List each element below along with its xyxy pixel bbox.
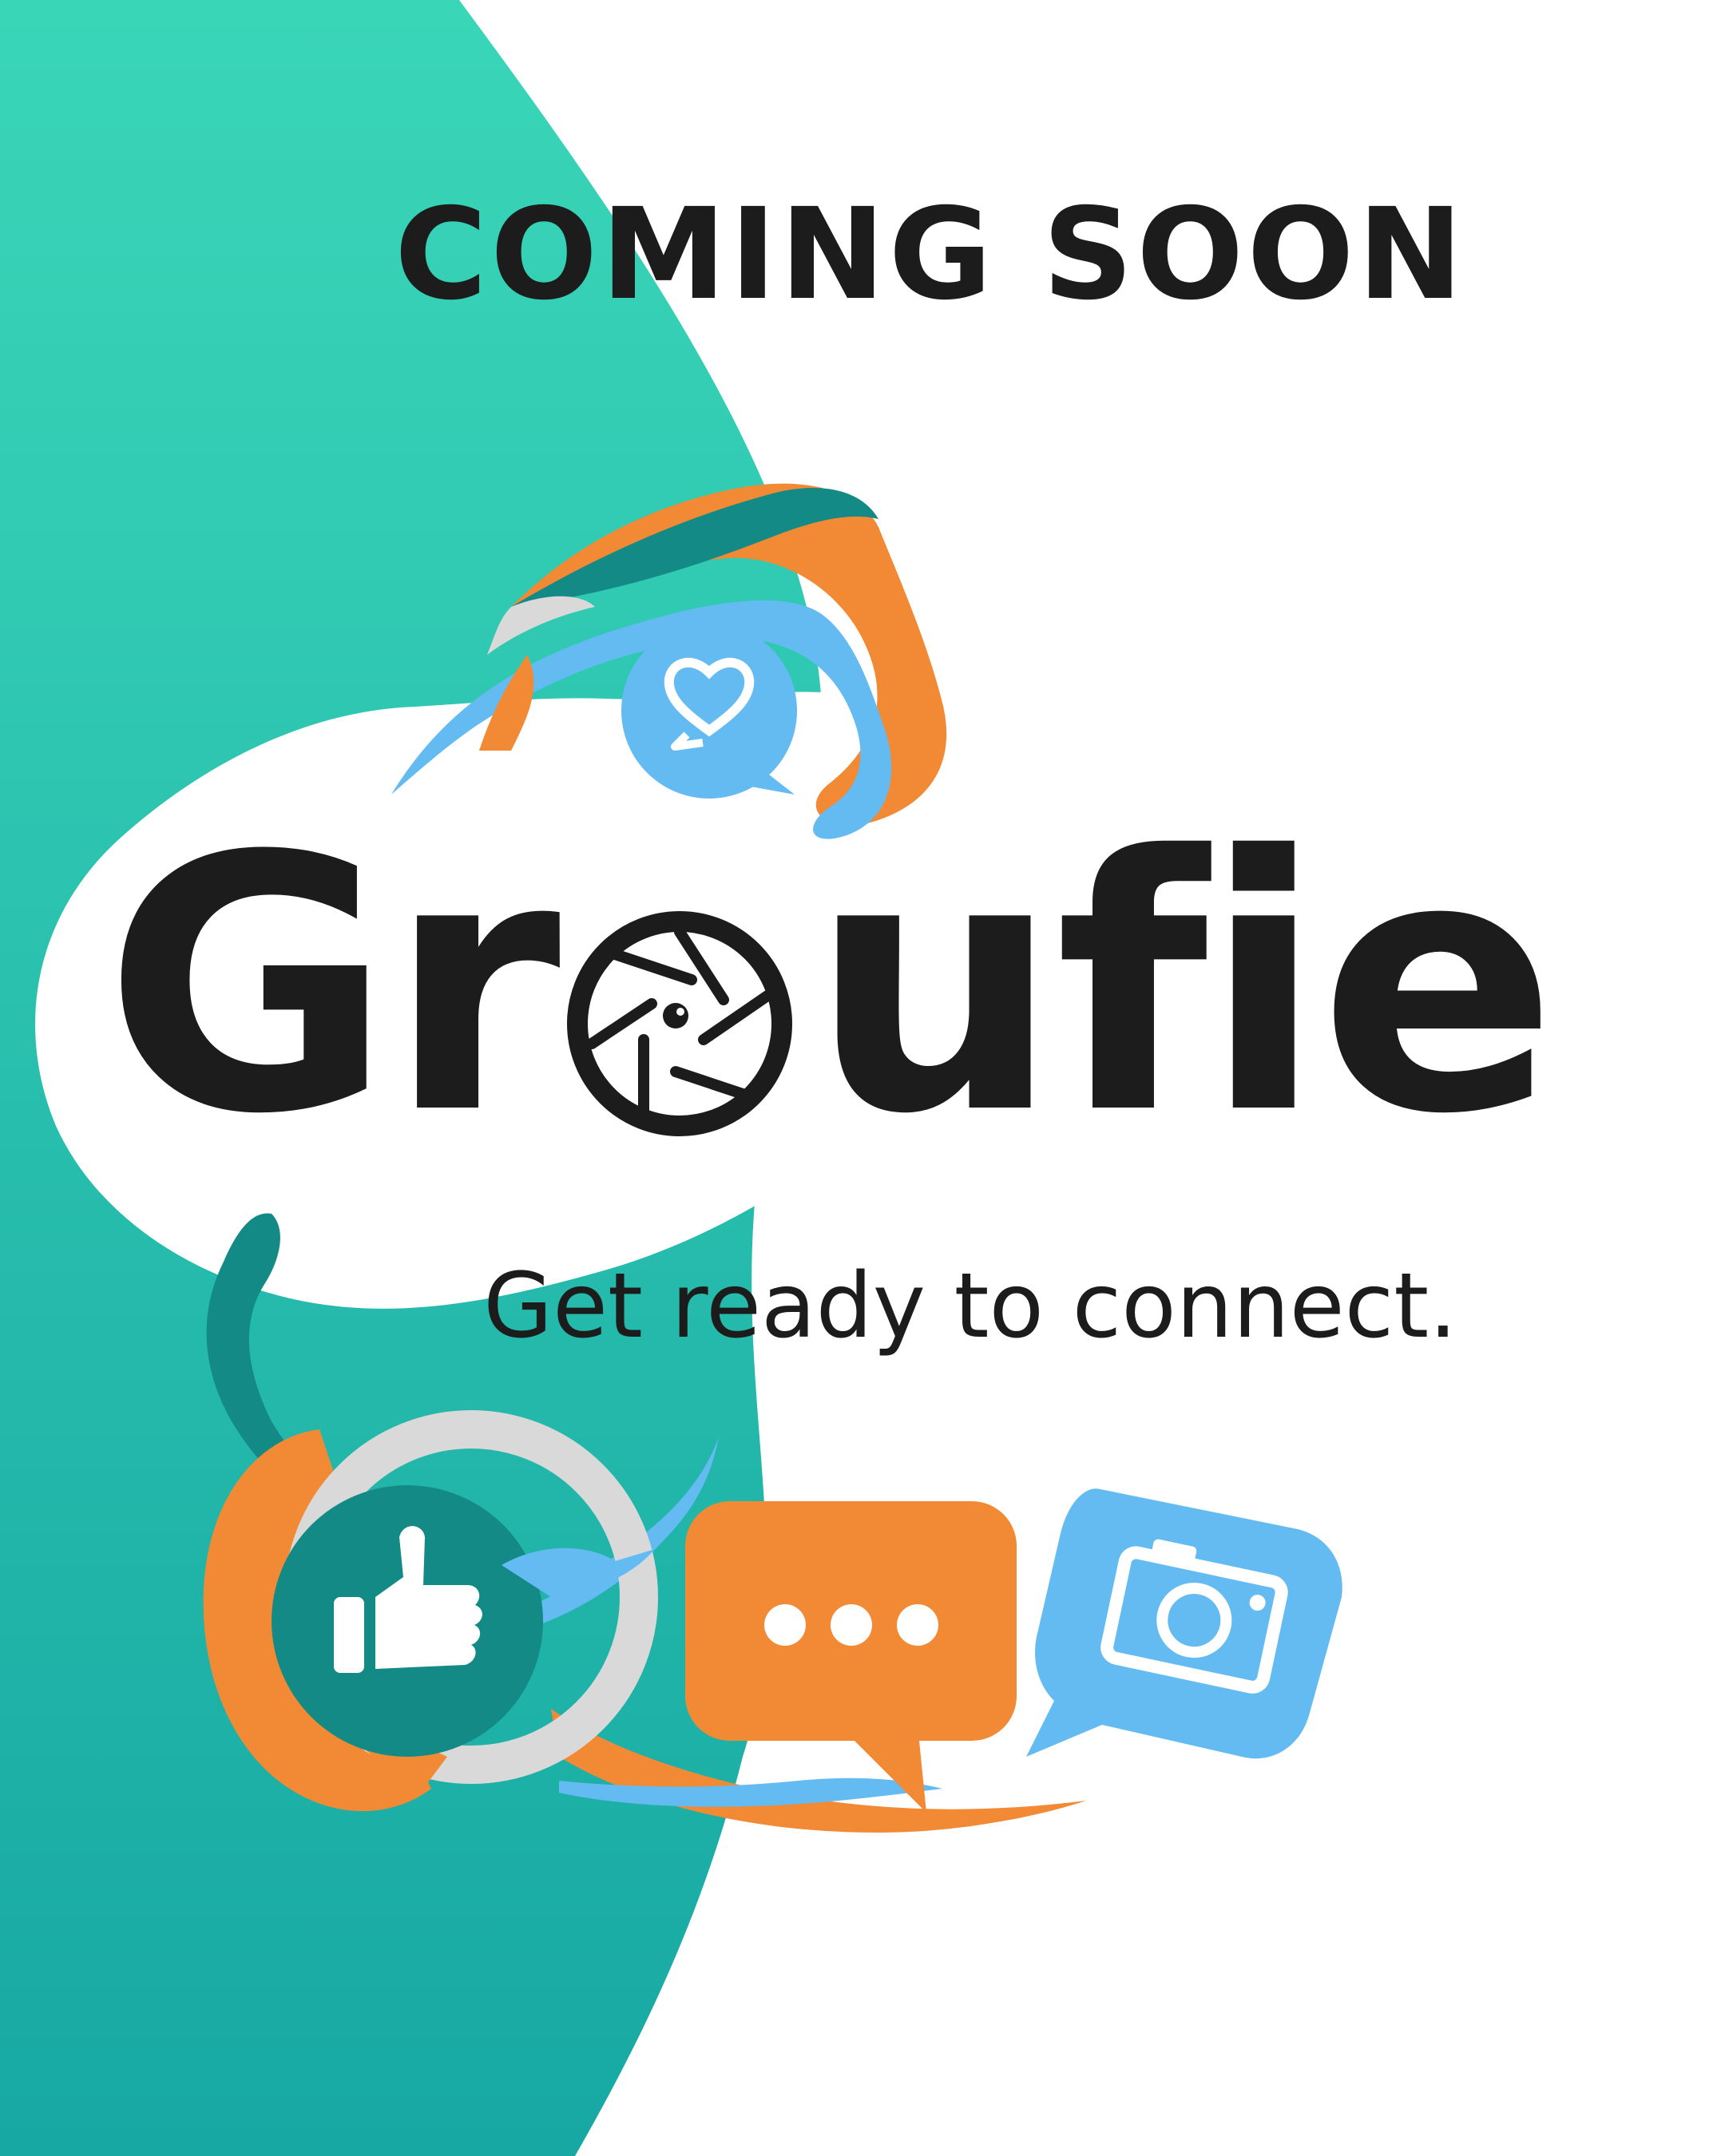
- typing-chat-bubble-icon: [685, 1501, 1017, 1813]
- tagline: Get ready to connect.: [483, 1254, 1457, 1358]
- camera-aperture-icon: [564, 908, 795, 1139]
- poster: COMING SOON Gr ufie Get ready to connect…: [0, 0, 1725, 2156]
- wordmark-gr: Gr: [104, 782, 561, 1191]
- groufie-wordmark: Gr ufie: [104, 795, 1701, 1162]
- camera-chat-bubble-icon: [1026, 1488, 1342, 1759]
- wordmark-ufie: ufie: [810, 782, 1557, 1191]
- heart-chat-bubble-icon: [621, 623, 797, 799]
